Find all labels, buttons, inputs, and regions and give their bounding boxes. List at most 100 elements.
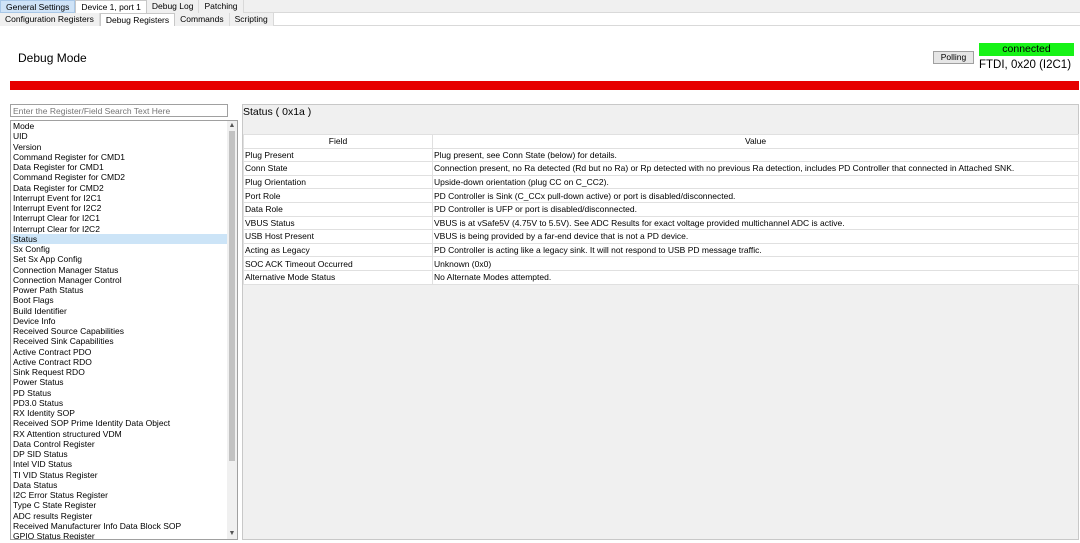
field-value-cell: PD Controller is UFP or port is disabled…: [432, 201, 1079, 217]
register-list-item[interactable]: Intel VID Status: [11, 459, 228, 469]
field-name-cell: Plug Orientation: [243, 174, 433, 190]
register-list-item[interactable]: Connection Manager Status: [11, 265, 228, 275]
top-tab-bar: General Settings Device 1, port 1 Debug …: [0, 0, 1080, 13]
register-list-item[interactable]: RX Identity SOP: [11, 408, 228, 418]
register-list-item[interactable]: Interrupt Event for I2C1: [11, 193, 228, 203]
tab-commands[interactable]: Commands: [175, 13, 230, 26]
tab-device-1-port-1[interactable]: Device 1, port 1: [75, 0, 147, 13]
register-list-item[interactable]: RX Attention structured VDM: [11, 429, 228, 439]
polling-button[interactable]: Polling: [933, 51, 974, 64]
register-list-item[interactable]: Sink Request RDO: [11, 367, 228, 377]
field-table-header: Field Value: [243, 134, 1079, 149]
register-list-item[interactable]: Mode: [11, 121, 228, 131]
field-value-cell: PD Controller is Sink (C_CCx pull-down a…: [432, 188, 1079, 203]
page-title: Debug Mode: [18, 51, 87, 65]
table-row[interactable]: USB Host Present VBUS is being provided b…: [243, 229, 1079, 244]
register-list-item[interactable]: Received Sink Capabilities: [11, 336, 228, 346]
field-name-cell: Acting as Legacy: [243, 242, 433, 258]
scroll-up-icon[interactable]: ▲: [227, 121, 237, 131]
field-name-cell: Alternative Mode Status: [243, 269, 433, 285]
register-list-item[interactable]: Data Register for CMD1: [11, 162, 228, 172]
table-row[interactable]: Data Role PD Controller is UFP or port is…: [243, 201, 1079, 217]
register-list-item[interactable]: Command Register for CMD1: [11, 152, 228, 162]
register-list: Mode UID Version Command Register for CMD1 D…: [10, 120, 238, 540]
table-row[interactable]: SOC ACK Timeout Occurred Unknown (0x0): [243, 256, 1079, 271]
register-list-item[interactable]: Received Source Capabilities: [11, 326, 228, 336]
field-value-cell: VBUS is being provided by a far-end devi…: [432, 229, 1079, 244]
register-list-item[interactable]: PD3.0 Status: [11, 398, 228, 408]
register-list-item[interactable]: Build Identifier: [11, 306, 228, 316]
register-list-item[interactable]: DP SID Status: [11, 449, 228, 459]
register-list-item[interactable]: Set Sx App Config: [11, 254, 228, 264]
register-list-item[interactable]: Device Info: [11, 316, 228, 326]
field-value-cell: Unknown (0x0): [432, 256, 1079, 271]
register-list-item[interactable]: Active Contract RDO: [11, 357, 228, 367]
tab-general-settings[interactable]: General Settings: [0, 0, 76, 13]
field-name-cell: USB Host Present: [243, 229, 433, 244]
column-header-value: Value: [432, 134, 1079, 149]
scroll-thumb[interactable]: [229, 131, 235, 461]
register-list-item[interactable]: Command Register for CMD2: [11, 172, 228, 182]
register-detail-panel: Status ( 0x1a ) Field Value Plug Present…: [242, 104, 1079, 540]
register-list-item[interactable]: Power Path Status: [11, 285, 228, 295]
table-row[interactable]: Conn State Connection present, no Ra dete…: [243, 161, 1079, 176]
field-value-cell: VBUS is at vSafe5V (4.75V to 5.5V). See …: [432, 215, 1079, 231]
register-list-item[interactable]: Version: [11, 142, 228, 152]
register-list-item[interactable]: Connection Manager Control: [11, 275, 228, 285]
field-name-cell: Plug Present: [243, 147, 433, 163]
field-name-cell: Data Role: [243, 201, 433, 217]
tab-debug-log[interactable]: Debug Log: [146, 0, 200, 13]
register-list-scrollbar[interactable]: ▲ ▼: [227, 121, 237, 539]
tab-configuration-registers[interactable]: Configuration Registers: [0, 13, 100, 26]
field-name-cell: SOC ACK Timeout Occurred: [243, 256, 433, 271]
register-list-item[interactable]: ADC results Register: [11, 511, 228, 521]
register-list-item[interactable]: Received SOP Prime Identity Data Object: [11, 418, 228, 428]
register-list-item[interactable]: Status: [11, 233, 228, 244]
field-name-cell: Conn State: [243, 161, 433, 176]
field-value-cell: Connection present, no Ra detected (Rd b…: [432, 161, 1079, 176]
table-row[interactable]: Alternative Mode Status No Alternate Mode…: [243, 269, 1079, 285]
connection-status-badge: connected: [979, 43, 1074, 56]
field-value-cell: Upside-down orientation (plug CC on C_CC…: [432, 174, 1079, 190]
register-list-item[interactable]: Active Contract PDO: [11, 347, 228, 357]
register-list-item[interactable]: Interrupt Clear for I2C2: [11, 224, 228, 234]
register-detail-title: Status ( 0x1a ): [243, 106, 312, 118]
tab-scripting[interactable]: Scripting: [229, 13, 274, 26]
register-list-item[interactable]: Sx Config: [11, 244, 228, 254]
field-value-cell: No Alternate Modes attempted.: [432, 269, 1079, 285]
register-list-item[interactable]: PD Status: [11, 388, 228, 398]
register-list-item[interactable]: Interrupt Clear for I2C1: [11, 213, 228, 223]
register-list-item[interactable]: UID: [11, 131, 228, 141]
status-alert-bar: [10, 81, 1079, 90]
register-list-item[interactable]: I2C Error Status Register: [11, 490, 228, 500]
field-value-cell: Plug present, see Conn State (below) for…: [432, 147, 1079, 163]
register-list-item[interactable]: Received Manufacturer Info Data Block SO…: [11, 521, 228, 531]
register-list-item[interactable]: Data Register for CMD2: [11, 183, 228, 193]
register-list-item[interactable]: Interrupt Event for I2C2: [11, 203, 228, 213]
scroll-down-icon[interactable]: ▼: [227, 529, 237, 539]
register-list-item[interactable]: Data Status: [11, 480, 228, 490]
field-name-cell: Port Role: [243, 188, 433, 203]
field-value-cell: PD Controller is acting like a legacy si…: [432, 242, 1079, 258]
table-row[interactable]: Port Role PD Controller is Sink (C_CCx pu…: [243, 188, 1079, 203]
sub-tab-bar: Configuration Registers Debug Registers …: [0, 13, 1080, 26]
field-table: Field Value Plug Present Plug present, se…: [243, 134, 1079, 285]
register-list-item[interactable]: Boot Flags: [11, 295, 228, 305]
table-row[interactable]: Plug Present Plug present, see Conn State…: [243, 147, 1079, 163]
tab-patching[interactable]: Patching: [199, 0, 244, 13]
register-list-item[interactable]: Power Status: [11, 377, 228, 387]
table-row[interactable]: Acting as Legacy PD Controller is acting …: [243, 242, 1079, 258]
field-table-body: Plug Present Plug present, see Conn State…: [243, 147, 1079, 285]
register-list-item[interactable]: TI VID Status Register: [11, 470, 228, 480]
register-list-item[interactable]: Data Control Register: [11, 439, 228, 449]
register-search-input[interactable]: [10, 104, 228, 117]
register-list-item[interactable]: Type C State Register: [11, 500, 228, 510]
connection-info: FTDI, 0x20 (I2C1): [979, 59, 1072, 71]
register-list-items: Mode UID Version Command Register for CMD1 D…: [11, 121, 237, 539]
register-list-item[interactable]: GPIO Status Register: [11, 531, 228, 539]
tab-debug-registers[interactable]: Debug Registers: [99, 13, 176, 26]
table-row[interactable]: Plug Orientation Upside-down orientation …: [243, 174, 1079, 190]
field-name-cell: VBUS Status: [243, 215, 433, 231]
table-row[interactable]: VBUS Status VBUS is at vSafe5V (4.75V to …: [243, 215, 1079, 231]
column-header-field: Field: [243, 134, 433, 149]
